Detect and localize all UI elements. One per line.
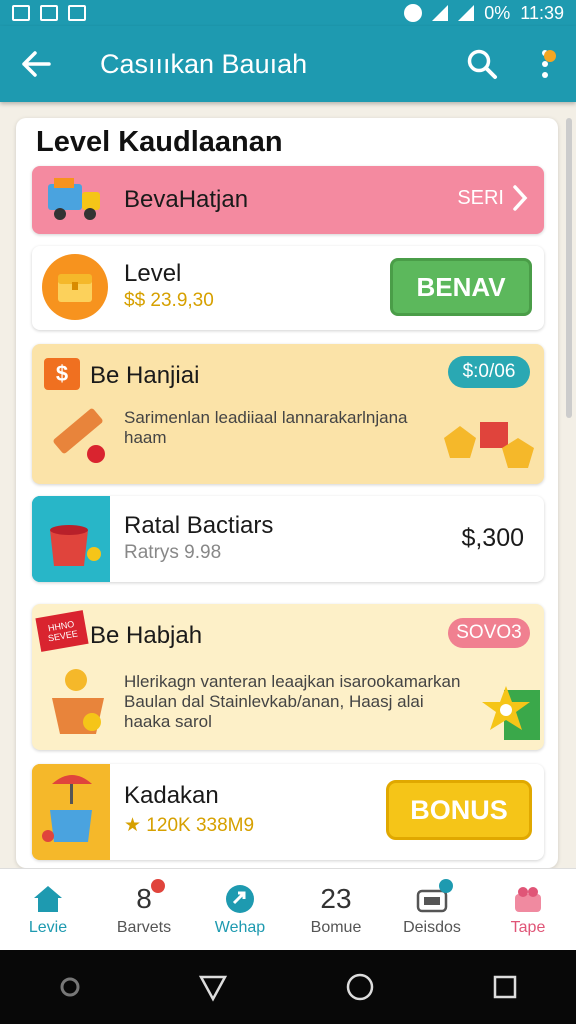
search-icon [467, 49, 497, 79]
share-icon [223, 883, 257, 915]
clock: 11:39 [520, 2, 564, 23]
notification-dot [544, 50, 556, 62]
search-button[interactable] [454, 36, 510, 92]
status-bar: 0% 11:39 [0, 0, 576, 26]
price-bubble: $:0/06 [448, 356, 530, 388]
tab-label: Tape [510, 918, 546, 936]
bonus-button[interactable]: BONUS [386, 780, 532, 840]
notification-badge [151, 878, 165, 893]
mail-icon [40, 5, 58, 21]
chevron-right-icon [513, 185, 528, 211]
status-right-icons: 0% 11:39 [404, 3, 564, 24]
sync-icon [404, 4, 423, 22]
assistant-icon[interactable] [59, 976, 81, 998]
tab-number: 23 [320, 882, 352, 914]
back-triangle-icon[interactable] [198, 972, 228, 1002]
row-title: Kadakan [124, 782, 219, 809]
gift-basket-icon [32, 764, 110, 860]
tab-barvets[interactable]: 8 Barvets [96, 869, 192, 950]
home-icon [31, 883, 65, 915]
seri-label: SERI [457, 186, 504, 209]
app-bar: Casıııkan Bauıah [0, 26, 576, 102]
list-item-kadakan: Kadakan ★ 120K 338M9 BONUS [32, 764, 544, 860]
row-title: Be Hanjiai [90, 362, 200, 389]
ruler-icon [53, 408, 105, 463]
tab-deisdos[interactable]: Deisdos [384, 869, 480, 950]
row-price: $,300 [461, 524, 524, 552]
row-title: BevaHatjan [124, 186, 249, 213]
home-circle-icon[interactable] [345, 972, 375, 1002]
row-price: $$ 23.9,30 [124, 290, 214, 311]
list-item-level: Level $$ 23.9,30 BENAV [32, 246, 544, 330]
system-nav-bar [0, 950, 576, 1024]
list-item-be-habjah[interactable]: HHNO SEVEE Be Habjah SOVO3 Hlerikagn van… [32, 604, 544, 750]
ribbon-badge-icon: HHNO SEVEE [35, 610, 89, 652]
row-subtitle: ★ 120K 338M9 [124, 815, 255, 836]
bottom-tab-bar: Levie 8 Barvets Wehap 23 Bomue Deisdos T… [0, 868, 576, 950]
back-button[interactable] [0, 26, 72, 102]
photo-icon [68, 5, 86, 21]
benav-button[interactable]: BENAV [390, 258, 532, 316]
scrollbar[interactable] [566, 118, 572, 418]
page-title: Level Kaudlaanan [36, 126, 283, 158]
row-subtitle: Ratrys 9.98 [124, 542, 222, 563]
list-item-bevahatjan[interactable]: BevaHatjan SERI [32, 166, 544, 234]
row-title: Be Habjah [90, 622, 203, 649]
seri-link[interactable]: SERI [457, 184, 528, 212]
dollar-icon: $ [44, 358, 80, 390]
tab-wehap[interactable]: Wehap [192, 869, 288, 950]
truck-icon [48, 178, 100, 220]
status-left-icons [12, 5, 86, 21]
row-description: Hlerikagn vanteran leaajkan isarookamark… [124, 672, 461, 731]
badge-8-icon: 8 [127, 878, 165, 915]
star-burst-icon [482, 686, 540, 740]
list-item-be-hanjiai[interactable]: $ Be Hanjiai $:0/06 Sarimenlan leadiiaal… [32, 344, 544, 484]
notification-badge [439, 878, 453, 893]
bucket-icon [32, 496, 110, 582]
app-title: Casıııkan Bauıah [100, 48, 308, 79]
tab-levie[interactable]: Levie [0, 869, 96, 950]
tab-label: Wehap [214, 918, 266, 936]
image-icon [12, 5, 30, 21]
tab-tape[interactable]: Tape [480, 869, 576, 950]
wifi-icon [432, 5, 449, 21]
arrow-left-icon [22, 51, 51, 77]
tag-icon [415, 878, 453, 915]
tab-bomue[interactable]: 23 Bomue [288, 869, 384, 950]
recents-square-icon[interactable] [492, 974, 518, 1000]
row-title: Level [124, 260, 182, 287]
gift-icon [511, 883, 545, 915]
treasure-chest-icon [42, 254, 108, 320]
tab-label: Levie [28, 918, 68, 936]
treasure-pot-icon [52, 669, 104, 734]
content-card: Level Kaudlaanan BevaHatjan SERI Level $… [16, 118, 558, 868]
sovo-pill: SOVO3 [448, 618, 530, 648]
more-options-button[interactable] [520, 36, 570, 92]
tab-label: Deisdos [403, 918, 461, 936]
tab-label: Bomue [310, 918, 362, 936]
row-description: Sarimenlan leadiiaal lannarakarlnjana ha… [124, 408, 408, 447]
battery-text: 0% [484, 2, 511, 23]
list-item-ratal-bactiars[interactable]: Ratal Bactiars Ratrys 9.98 $,300 [32, 496, 544, 582]
tab-label: Barvets [116, 918, 172, 936]
row-title: Ratal Bactiars [124, 512, 274, 539]
signal-icon [458, 5, 475, 21]
gems-icon [444, 422, 534, 468]
